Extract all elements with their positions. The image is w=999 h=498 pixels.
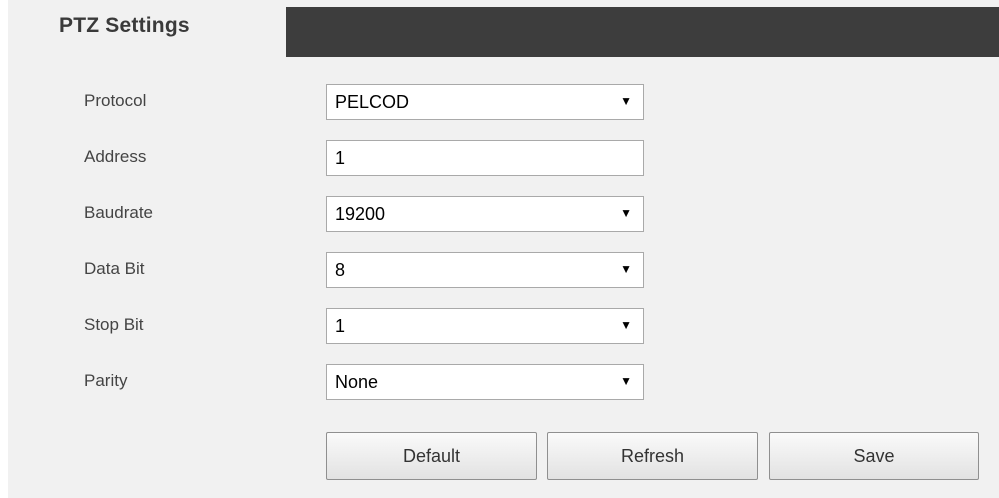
data-bit-select[interactable]: 8 ▼ bbox=[326, 252, 644, 288]
baudrate-select[interactable]: 19200 ▼ bbox=[326, 196, 644, 232]
data-bit-label: Data Bit bbox=[84, 259, 145, 278]
parity-label: Parity bbox=[84, 371, 128, 390]
save-button[interactable]: Save bbox=[769, 432, 979, 480]
parity-select[interactable]: None ▼ bbox=[326, 364, 644, 400]
baudrate-value: 19200 bbox=[335, 204, 386, 224]
protocol-label: Protocol bbox=[84, 91, 147, 110]
chevron-down-icon: ▼ bbox=[620, 94, 632, 108]
refresh-button[interactable]: Refresh bbox=[547, 432, 758, 480]
chevron-down-icon: ▼ bbox=[620, 206, 632, 220]
chevron-down-icon: ▼ bbox=[620, 262, 632, 276]
baudrate-label: Baudrate bbox=[84, 203, 153, 222]
data-bit-value: 8 bbox=[335, 260, 346, 280]
address-value: 1 bbox=[335, 148, 346, 168]
protocol-value: PELCOD bbox=[335, 92, 410, 112]
page-title: PTZ Settings bbox=[59, 14, 190, 37]
protocol-select[interactable]: PELCOD ▼ bbox=[326, 84, 644, 120]
settings-panel bbox=[8, 0, 999, 498]
parity-value: None bbox=[335, 372, 379, 392]
chevron-down-icon: ▼ bbox=[620, 374, 632, 388]
stop-bit-label: Stop Bit bbox=[84, 315, 144, 334]
address-label: Address bbox=[84, 147, 147, 166]
address-input[interactable]: 1 bbox=[326, 140, 644, 176]
stop-bit-value: 1 bbox=[335, 316, 346, 336]
chevron-down-icon: ▼ bbox=[620, 318, 632, 332]
default-button[interactable]: Default bbox=[326, 432, 537, 480]
stop-bit-select[interactable]: 1 ▼ bbox=[326, 308, 644, 344]
